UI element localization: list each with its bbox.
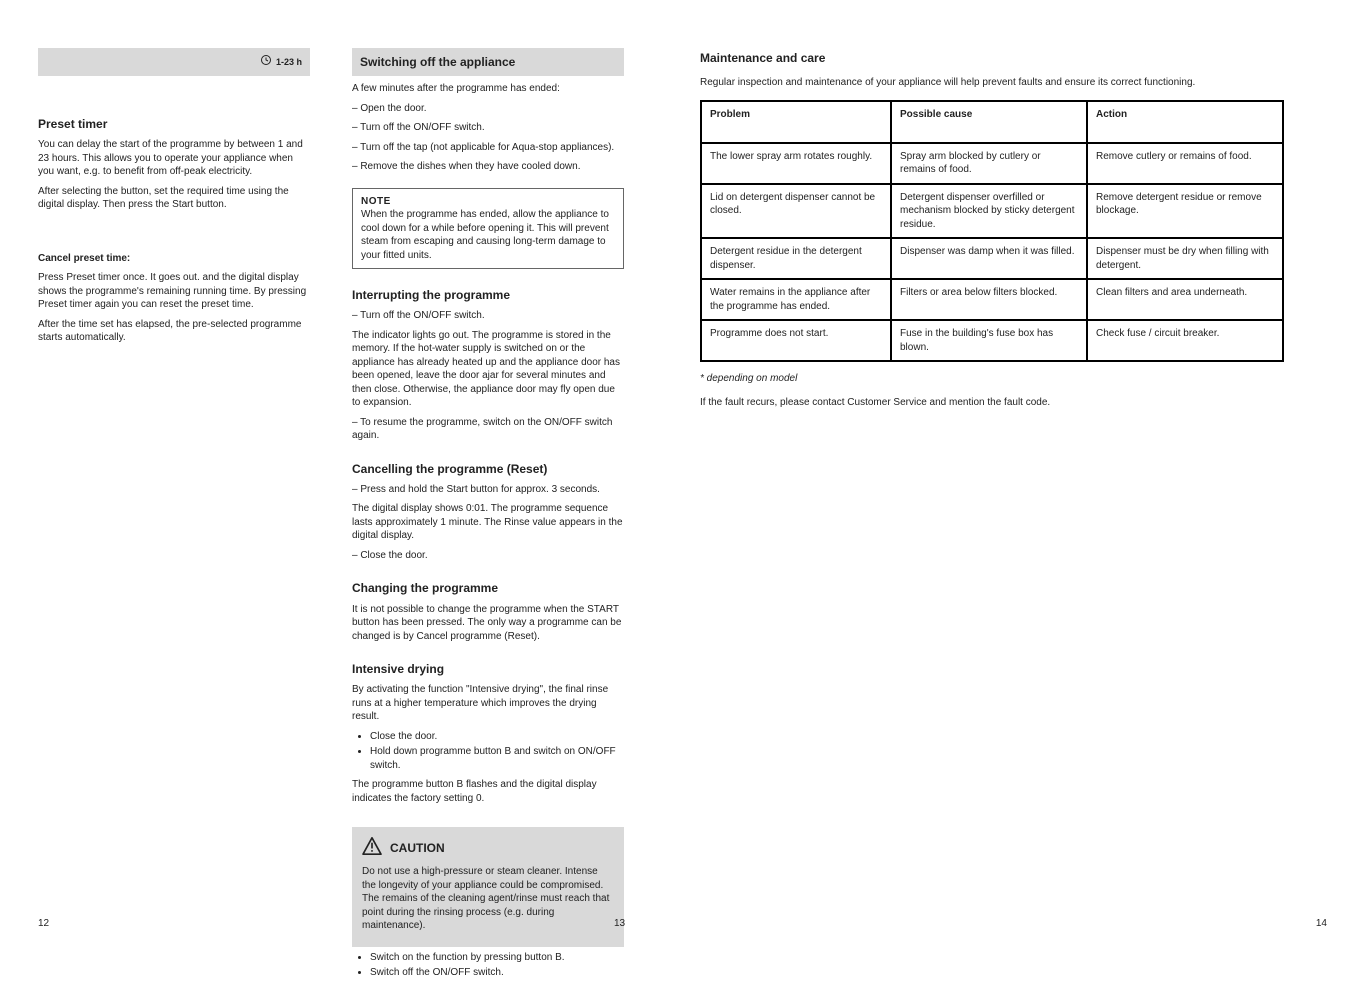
cell: Dispenser was damp when it was filled. [891, 238, 1087, 279]
section-title-drying: Intensive drying [352, 661, 624, 677]
p2-sec2-step1: – Turn off the ON/OFF switch. [352, 309, 624, 323]
table-row: Programme does not start. Fuse in the bu… [701, 320, 1283, 361]
p2-sec2-para: The indicator lights go out. The program… [352, 329, 624, 410]
p2-sec6-para: The programme button B flashes and the d… [352, 778, 624, 805]
caution-box: CAUTION Do not use a high-pressure or st… [352, 827, 624, 947]
cell: Detergent dispenser overfilled or mechan… [891, 184, 1087, 239]
section-title-change: Changing the programme [352, 580, 624, 596]
p2-sec5-para: By activating the function "Intensive dr… [352, 683, 624, 724]
cell: Remove detergent residue or remove block… [1087, 184, 1283, 239]
cell: Filters or area below filters blocked. [891, 279, 1087, 320]
clock-label: 1-23 h [260, 54, 302, 69]
table-row: Lid on detergent dispenser cannot be clo… [701, 184, 1283, 239]
page2-number: 13 [614, 917, 625, 931]
section-title-maintenance: Maintenance and care [700, 50, 1284, 66]
p2-step2: – Turn off the ON/OFF switch. [352, 121, 624, 135]
table-row: Detergent residue in the detergent dispe… [701, 238, 1283, 279]
p2-sec3-step2: – Close the door. [352, 549, 624, 563]
caution-body: Do not use a high-pressure or steam clea… [362, 865, 614, 933]
caution-title: CAUTION [390, 840, 445, 856]
page2-header: Switching off the appliance [352, 48, 624, 76]
p2-sec3-para: The digital display shows 0:01. The prog… [352, 502, 624, 543]
troubleshooting-table: Problem Possible cause Action The lower … [700, 100, 1284, 363]
p2-sec4-para: It is not possible to change the program… [352, 603, 624, 644]
clock-text: 1-23 h [276, 56, 302, 68]
page-1-column: 1-23 h Preset timer You can delay the st… [38, 48, 310, 351]
page-2-column: Switching off the appliance A few minute… [352, 48, 624, 986]
th-action: Action [1087, 101, 1283, 143]
p1-para3: Press Preset timer once. It goes out. an… [38, 271, 310, 312]
cell: Remove cutlery or remains of food. [1087, 143, 1283, 184]
p2-sec3-step1: – Press and hold the Start button for ap… [352, 483, 624, 497]
clock-icon [260, 54, 272, 69]
note-box: NOTE When the programme has ended, allow… [352, 188, 624, 270]
cell: Water remains in the appliance after the… [701, 279, 891, 320]
section-title-interrupt: Interrupting the programme [352, 287, 624, 303]
page3-number: 14 [1316, 917, 1327, 931]
p2-sec2-step2: – To resume the programme, switch on the… [352, 416, 624, 443]
th-problem: Problem [701, 101, 891, 143]
p1-para2: After selecting the button, set the requ… [38, 185, 310, 212]
cell: Check fuse / circuit breaker. [1087, 320, 1283, 361]
p1-para1: You can delay the start of the programme… [38, 138, 310, 179]
p2-step4: – Remove the dishes when they have coole… [352, 160, 624, 174]
section-title-cancel: Cancelling the programme (Reset) [352, 461, 624, 477]
warning-icon [362, 837, 382, 859]
cell: Detergent residue in the detergent dispe… [701, 238, 891, 279]
p2-sec7-item1: Switch on the function by pressing butto… [370, 951, 624, 965]
note-body: When the programme has ended, allow the … [361, 208, 615, 262]
table-row: The lower spray arm rotates roughly. Spr… [701, 143, 1283, 184]
p3-intro: Regular inspection and maintenance of yo… [700, 76, 1284, 90]
footnote-para: If the fault recurs, please contact Cust… [700, 396, 1284, 410]
p2-sec7-item2: Switch off the ON/OFF switch. [370, 966, 624, 980]
table-header-row: Problem Possible cause Action [701, 101, 1283, 143]
table-row: Water remains in the appliance after the… [701, 279, 1283, 320]
cell: Programme does not start. [701, 320, 891, 361]
page1-number: 12 [38, 917, 49, 931]
cell: The lower spray arm rotates roughly. [701, 143, 891, 184]
footnote-italic: * depending on model [700, 373, 797, 384]
cell: Dispenser must be dry when filling with … [1087, 238, 1283, 279]
cell: Clean filters and area underneath. [1087, 279, 1283, 320]
cell: Lid on detergent dispenser cannot be clo… [701, 184, 891, 239]
p2-sec5-item2: Hold down programme button B and switch … [370, 745, 624, 772]
th-cause: Possible cause [891, 101, 1087, 143]
p1-para4: After the time set has elapsed, the pre-… [38, 318, 310, 345]
section-title-preset-timer: Preset timer [38, 116, 310, 132]
cell: Fuse in the building's fuse box has blow… [891, 320, 1087, 361]
p2-sec5-item1: Close the door. [370, 730, 624, 744]
p1-cancel-title: Cancel preset time: [38, 253, 130, 264]
page1-header-bar: 1-23 h [38, 48, 310, 76]
p2-sub1: A few minutes after the programme has en… [352, 82, 624, 96]
p2-step1: – Open the door. [352, 102, 624, 116]
p2-step3: – Turn off the tap (not applicable for A… [352, 141, 624, 155]
page-3-column: Maintenance and care Regular inspection … [700, 50, 1284, 419]
cell: Spray arm blocked by cutlery or remains … [891, 143, 1087, 184]
note-title: NOTE [361, 195, 615, 209]
